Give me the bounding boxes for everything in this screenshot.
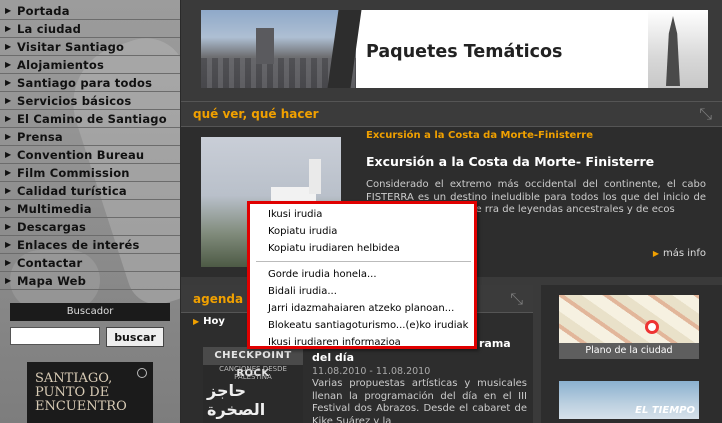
- section-title: qué ver, qué hacer: [193, 107, 319, 121]
- search-button[interactable]: buscar: [106, 327, 164, 347]
- event-date: 11.08.2010 - 11.08.2010: [312, 366, 431, 377]
- menu-item-copy-image-address[interactable]: Kopiatu irudiaren helbidea: [268, 243, 400, 254]
- menu-item-block-images[interactable]: Blokeatu santiagoturismo...(e)ko irudiak: [268, 320, 468, 331]
- nav-item-alojamientos[interactable]: ▶ Alojamientos: [0, 56, 180, 74]
- spire-shape: [666, 16, 680, 86]
- menu-item-copy-image[interactable]: Kopiatu irudia: [268, 226, 337, 237]
- poster-title: CHECKPOINT ROCK: [203, 347, 303, 379]
- today-label: Hoy: [203, 316, 225, 327]
- arrow-right-icon: ▶: [5, 150, 12, 159]
- nav-item-la-ciudad[interactable]: ▶ La ciudad: [0, 20, 180, 38]
- article-kicker[interactable]: Excursión a la Costa da Morte-Finisterre: [366, 130, 593, 141]
- nav-item-camino-de-santiago[interactable]: ▶ El Camino de Santiago: [0, 110, 180, 128]
- arrow-right-icon: ▶: [652, 249, 659, 258]
- context-menu: Ikusi irudia Kopiatu irudia Kopiatu irud…: [247, 201, 477, 349]
- section-title: agenda: [193, 292, 244, 306]
- nav-item-visitar-santiago[interactable]: ▶ Visitar Santiago: [0, 38, 180, 56]
- menu-item-view-image-info[interactable]: Ikusi irudiaren informazioa: [268, 337, 401, 348]
- more-info-label: más info: [662, 248, 706, 259]
- banner-title: Paquetes Temáticos: [366, 42, 563, 62]
- arrow-right-icon: ▶: [5, 204, 12, 213]
- arrow-right-icon: ▶: [5, 222, 12, 231]
- arrow-right-icon: ▶: [5, 78, 12, 87]
- menu-separator: [256, 261, 471, 262]
- right-column: Plano de la ciudad EL TIEMPO: [541, 285, 722, 423]
- event-poster[interactable]: CHECKPOINT ROCK CANCIONES DESDE PALESTIN…: [203, 347, 303, 423]
- nav-item-multimedia[interactable]: ▶ Multimedia: [0, 200, 180, 218]
- today-tab[interactable]: ▶ Hoy: [193, 316, 225, 327]
- nav-item-contactar[interactable]: ▶ Contactar: [0, 254, 180, 272]
- menu-item-send-image[interactable]: Bidali irudia...: [268, 286, 337, 297]
- nav-item-prensa[interactable]: ▶ Prensa: [0, 128, 180, 146]
- search-row: buscar: [10, 327, 170, 347]
- logo-circle-icon: [137, 368, 147, 378]
- weather-banner[interactable]: EL TIEMPO: [559, 381, 699, 419]
- promo-line: SANTIAGO,: [35, 371, 113, 386]
- arrow-right-icon: ▶: [5, 186, 12, 195]
- promo-banner[interactable]: SANTIAGO, PUNTO DE ENCUENTRO: [27, 362, 153, 423]
- search-box: Buscador buscar: [10, 303, 170, 347]
- weather-label: EL TIEMPO: [635, 405, 695, 416]
- arrow-right-icon: ▶: [5, 42, 12, 51]
- nav-item-enlaces-de-interes[interactable]: ▶ Enlaces de interés: [0, 236, 180, 254]
- nav-item-convention-bureau[interactable]: ▶ Convention Bureau: [0, 146, 180, 164]
- event-text: Varias propuestas artísticas y musicales…: [312, 378, 527, 423]
- nav-item-mapa-web[interactable]: ▶ Mapa Web: [0, 272, 180, 290]
- nav-item-portada[interactable]: ▶ Portada: [0, 2, 180, 20]
- event-title[interactable]: del día: [312, 351, 354, 364]
- search-input[interactable]: [10, 327, 100, 345]
- promo-line: ENCUENTRO: [35, 399, 127, 414]
- arrow-right-icon: ▶: [5, 24, 12, 33]
- arrow-right-icon: ▶: [5, 132, 12, 141]
- more-info-link[interactable]: ▶ más info: [653, 248, 706, 259]
- cathedral-graphic: [648, 10, 708, 88]
- arrow-right-icon: ▶: [5, 6, 12, 15]
- promo-line: PUNTO DE: [35, 385, 110, 400]
- arrow-right-icon: ▶: [193, 317, 200, 326]
- event-title[interactable]: rama: [479, 337, 511, 350]
- nav-item-santiago-para-todos[interactable]: ▶ Santiago para todos: [0, 74, 180, 92]
- expand-arrow-icon[interactable]: ⤡: [510, 289, 523, 309]
- header-banner[interactable]: Paquetes Temáticos: [201, 10, 708, 88]
- search-title: Buscador: [10, 303, 170, 321]
- main-nav: ▶ Portada ▶ La ciudad ▶ Visitar Santiago ▶ A…: [0, 2, 180, 290]
- menu-item-save-image[interactable]: Gorde irudia honela...: [268, 269, 377, 280]
- lighthouse-shape: [309, 159, 321, 194]
- article-heading[interactable]: Excursión a la Costa da Morte- Finisterr…: [366, 154, 654, 169]
- arrow-right-icon: ▶: [5, 114, 12, 123]
- poster-subtitle: CANCIONES DESDE PALESTINA: [219, 365, 287, 381]
- arrow-right-icon: ▶: [5, 240, 12, 249]
- nav-item-servicios-basicos[interactable]: ▶ Servicios básicos: [0, 92, 180, 110]
- pillar-shape: [327, 10, 362, 88]
- nav-item-film-commission[interactable]: ▶ Film Commission: [0, 164, 180, 182]
- menu-item-set-desktop-background[interactable]: Jarri idazmahaiaren atzeko planoan...: [268, 303, 454, 314]
- sidebar: ▶ Portada ▶ La ciudad ▶ Visitar Santiago ▶ A…: [0, 0, 180, 423]
- poster-arabic: حاجز الصخرة: [207, 381, 266, 419]
- map-marker-icon: [645, 320, 659, 334]
- nav-item-calidad-turistica[interactable]: ▶ Calidad turística: [0, 182, 180, 200]
- arrow-right-icon: ▶: [5, 168, 12, 177]
- expand-arrow-icon[interactable]: ⤡: [699, 104, 712, 124]
- arrow-right-icon: ▶: [5, 258, 12, 267]
- arrow-right-icon: ▶: [5, 60, 12, 69]
- tower-shape: [256, 28, 274, 64]
- arrow-right-icon: ▶: [5, 276, 12, 285]
- banner-photo: [201, 10, 362, 88]
- city-map-label[interactable]: Plano de la ciudad: [559, 343, 699, 359]
- que-ver-header: qué ver, qué hacer ⤡: [181, 101, 722, 127]
- nav-item-descargas[interactable]: ▶ Descargas: [0, 218, 180, 236]
- arrow-right-icon: ▶: [5, 96, 12, 105]
- menu-item-view-image[interactable]: Ikusi irudia: [268, 209, 322, 220]
